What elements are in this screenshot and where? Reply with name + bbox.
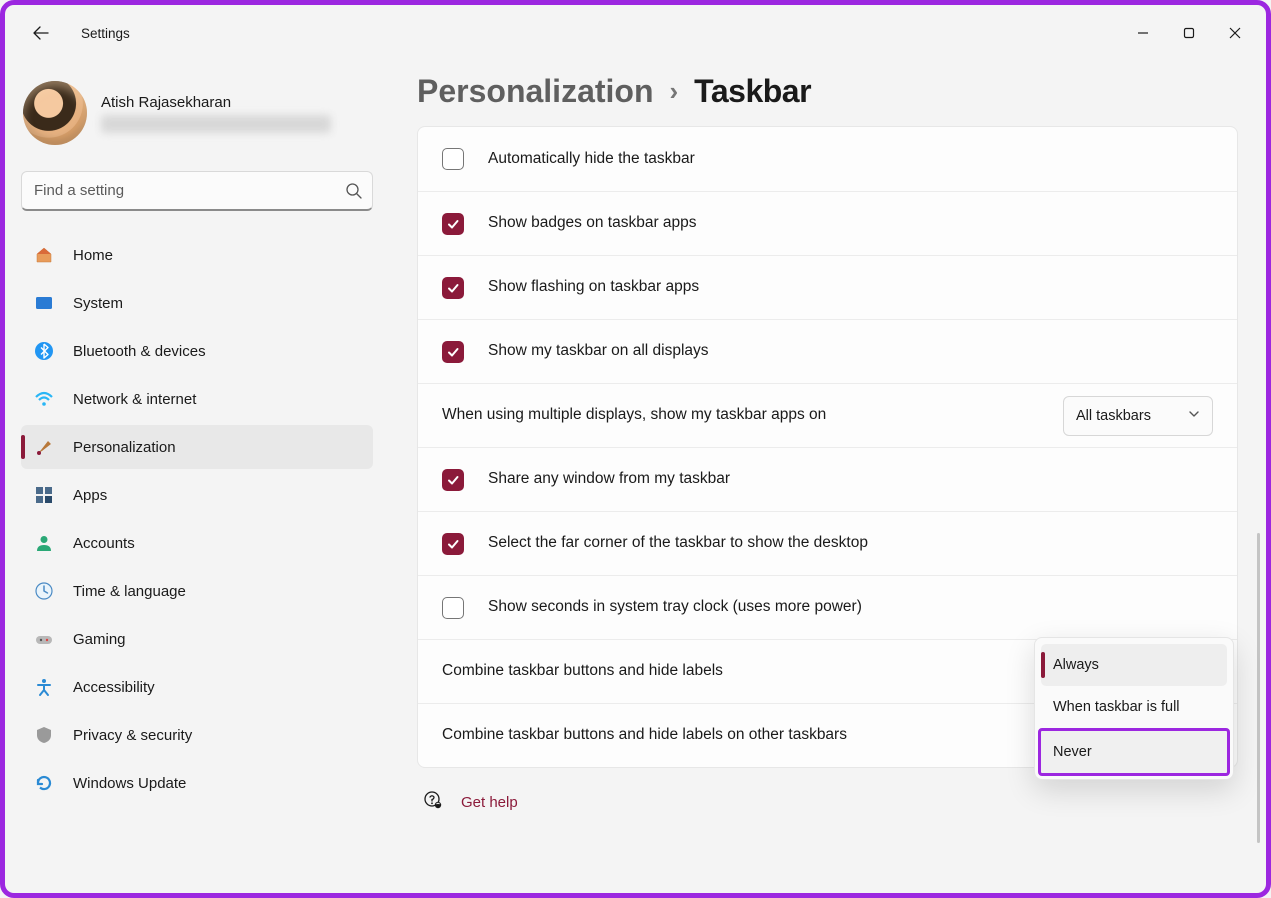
back-button[interactable] [21, 13, 61, 53]
sidebar-item-privacy[interactable]: Privacy & security [21, 713, 373, 757]
setting-flashing[interactable]: Show flashing on taskbar apps [418, 255, 1237, 319]
paintbrush-icon [33, 436, 55, 458]
app-title: Settings [81, 26, 130, 41]
bluetooth-icon [33, 340, 55, 362]
sidebar-item-accessibility[interactable]: Accessibility [21, 665, 373, 709]
setting-label: Select the far corner of the taskbar to … [488, 533, 1213, 553]
setting-label: Share any window from my taskbar [488, 469, 1213, 489]
main-content: Personalization › Taskbar Automatically … [389, 61, 1266, 893]
combine-dropdown-menu: Always When taskbar is full Never [1034, 637, 1234, 780]
sidebar-item-label: Apps [73, 487, 107, 504]
help-link[interactable]: Get help [461, 794, 518, 811]
sidebar-item-update[interactable]: Windows Update [21, 761, 373, 805]
sidebar-item-label: Home [73, 247, 113, 264]
sidebar-item-label: Accessibility [73, 679, 155, 696]
setting-label: Show badges on taskbar apps [488, 213, 1213, 233]
setting-label: Automatically hide the taskbar [488, 149, 1213, 169]
apps-icon [33, 484, 55, 506]
checkbox-alldisplays[interactable] [442, 341, 464, 363]
sidebar-item-personalization[interactable]: Personalization [21, 425, 373, 469]
setting-alldisplays[interactable]: Show my taskbar on all displays [418, 319, 1237, 383]
sidebar-item-label: System [73, 295, 123, 312]
update-icon [33, 772, 55, 794]
sidebar: Atish Rajasekharan Home System [5, 61, 389, 893]
setting-autohide[interactable]: Automatically hide the taskbar [418, 127, 1237, 191]
sidebar-item-gaming[interactable]: Gaming [21, 617, 373, 661]
clock-icon [33, 580, 55, 602]
checkbox-corner[interactable] [442, 533, 464, 555]
arrow-left-icon [33, 25, 49, 41]
check-icon [446, 281, 460, 295]
sidebar-item-label: Network & internet [73, 391, 196, 408]
window-controls [1120, 17, 1258, 49]
sidebar-item-home[interactable]: Home [21, 233, 373, 277]
sidebar-item-label: Personalization [73, 439, 176, 456]
setting-label: Show my taskbar on all displays [488, 341, 1213, 361]
checkbox-share[interactable] [442, 469, 464, 491]
sidebar-item-label: Windows Update [73, 775, 186, 792]
search-input[interactable] [21, 171, 373, 211]
user-name: Atish Rajasekharan [101, 94, 331, 111]
sidebar-item-label: Bluetooth & devices [73, 343, 206, 360]
setting-seconds[interactable]: Show seconds in system tray clock (uses … [418, 575, 1237, 639]
user-email-blurred [101, 115, 331, 133]
close-button[interactable] [1212, 17, 1258, 49]
setting-badges[interactable]: Show badges on taskbar apps [418, 191, 1237, 255]
setting-label: Show seconds in system tray clock (uses … [488, 597, 1213, 617]
search-container [21, 171, 373, 211]
breadcrumb-current: Taskbar [694, 73, 811, 110]
gamepad-icon [33, 628, 55, 650]
dropdown-value: All taskbars [1076, 408, 1151, 424]
checkbox-badges[interactable] [442, 213, 464, 235]
sidebar-item-time[interactable]: Time & language [21, 569, 373, 613]
check-icon [446, 473, 460, 487]
system-icon [33, 292, 55, 314]
sidebar-item-label: Privacy & security [73, 727, 192, 744]
chevron-right-icon: › [670, 76, 679, 107]
check-icon [446, 537, 460, 551]
sidebar-item-label: Accounts [73, 535, 135, 552]
setting-share[interactable]: Share any window from my taskbar [418, 447, 1237, 511]
menu-option-never[interactable]: Never [1038, 728, 1230, 776]
checkbox-seconds[interactable] [442, 597, 464, 619]
titlebar: Settings [5, 5, 1266, 61]
sidebar-item-label: Time & language [73, 583, 186, 600]
person-icon [33, 532, 55, 554]
setting-label: Show flashing on taskbar apps [488, 277, 1213, 297]
check-icon [446, 217, 460, 231]
menu-option-always[interactable]: Always [1041, 644, 1227, 686]
check-icon [446, 345, 460, 359]
sidebar-item-system[interactable]: System [21, 281, 373, 325]
menu-option-when-full[interactable]: When taskbar is full [1041, 686, 1227, 728]
breadcrumb: Personalization › Taskbar [417, 73, 1238, 110]
sidebar-item-apps[interactable]: Apps [21, 473, 373, 517]
setting-label: When using multiple displays, show my ta… [442, 405, 1063, 425]
maximize-button[interactable] [1166, 17, 1212, 49]
scrollbar[interactable] [1257, 533, 1260, 843]
chevron-down-icon [1188, 408, 1200, 424]
sidebar-item-label: Gaming [73, 631, 126, 648]
sidebar-item-bluetooth[interactable]: Bluetooth & devices [21, 329, 373, 373]
breadcrumb-parent[interactable]: Personalization [417, 73, 654, 110]
home-icon [33, 244, 55, 266]
sidebar-item-network[interactable]: Network & internet [21, 377, 373, 421]
wifi-icon [33, 388, 55, 410]
shield-icon [33, 724, 55, 746]
checkbox-flashing[interactable] [442, 277, 464, 299]
accessibility-icon [33, 676, 55, 698]
sidebar-item-accounts[interactable]: Accounts [21, 521, 373, 565]
help-row: Get help [417, 790, 1238, 815]
search-icon [345, 182, 363, 200]
setting-corner[interactable]: Select the far corner of the taskbar to … [418, 511, 1237, 575]
nav: Home System Bluetooth & devices Network … [21, 233, 373, 805]
user-card[interactable]: Atish Rajasekharan [21, 75, 373, 163]
checkbox-autohide[interactable] [442, 148, 464, 170]
setting-multi-display: When using multiple displays, show my ta… [418, 383, 1237, 447]
multi-display-dropdown[interactable]: All taskbars [1063, 396, 1213, 436]
avatar [23, 81, 87, 145]
help-icon [423, 790, 443, 815]
minimize-button[interactable] [1120, 17, 1166, 49]
